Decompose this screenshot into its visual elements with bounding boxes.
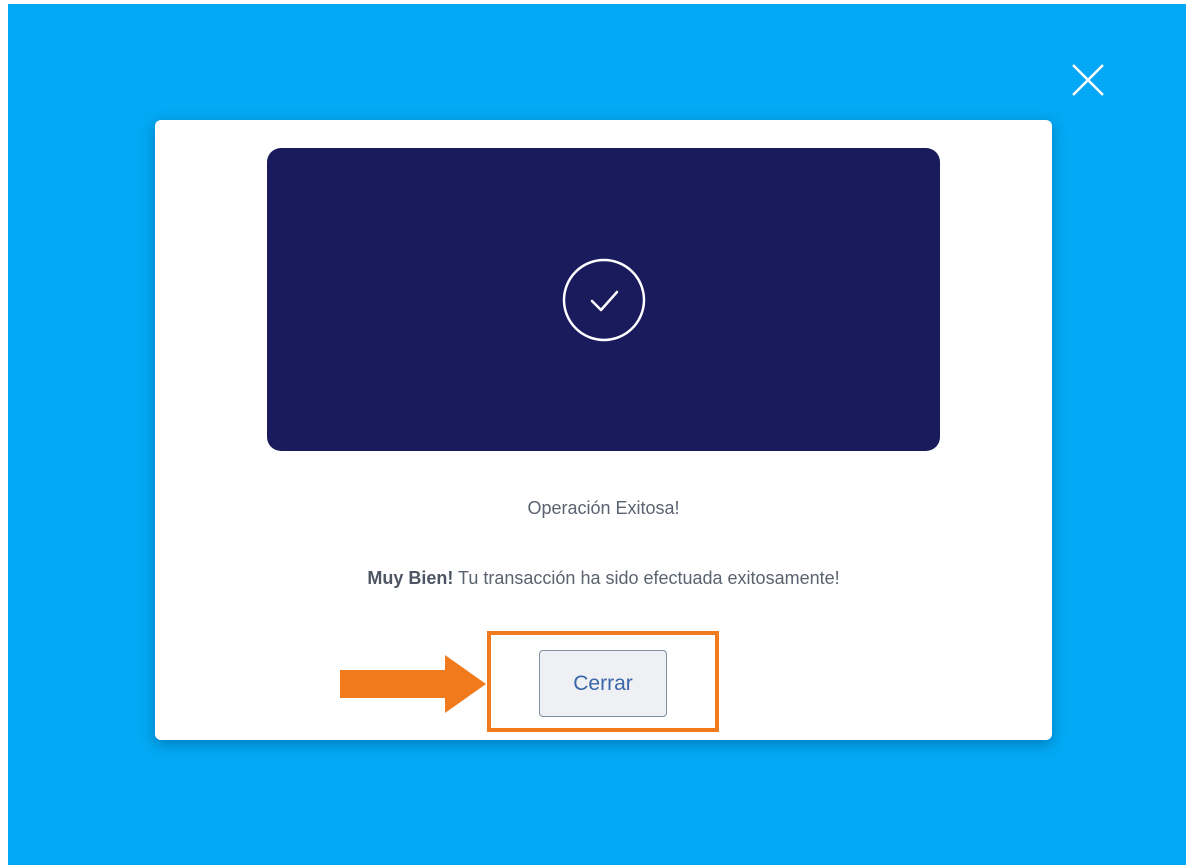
message-text: Tu transacción ha sido efectuada exitosa… <box>453 568 840 588</box>
check-circle-icon <box>562 258 645 341</box>
success-dialog: Operación Exitosa! Muy Bien! Tu transacc… <box>155 120 1052 740</box>
message-emphasis: Muy Bien! <box>367 568 454 588</box>
dialog-message: Muy Bien! Tu transacción ha sido efectua… <box>155 568 1052 589</box>
close-button[interactable]: Cerrar <box>539 650 667 717</box>
success-banner <box>267 148 940 451</box>
dialog-title: Operación Exitosa! <box>527 498 680 518</box>
close-icon[interactable] <box>1068 60 1108 100</box>
